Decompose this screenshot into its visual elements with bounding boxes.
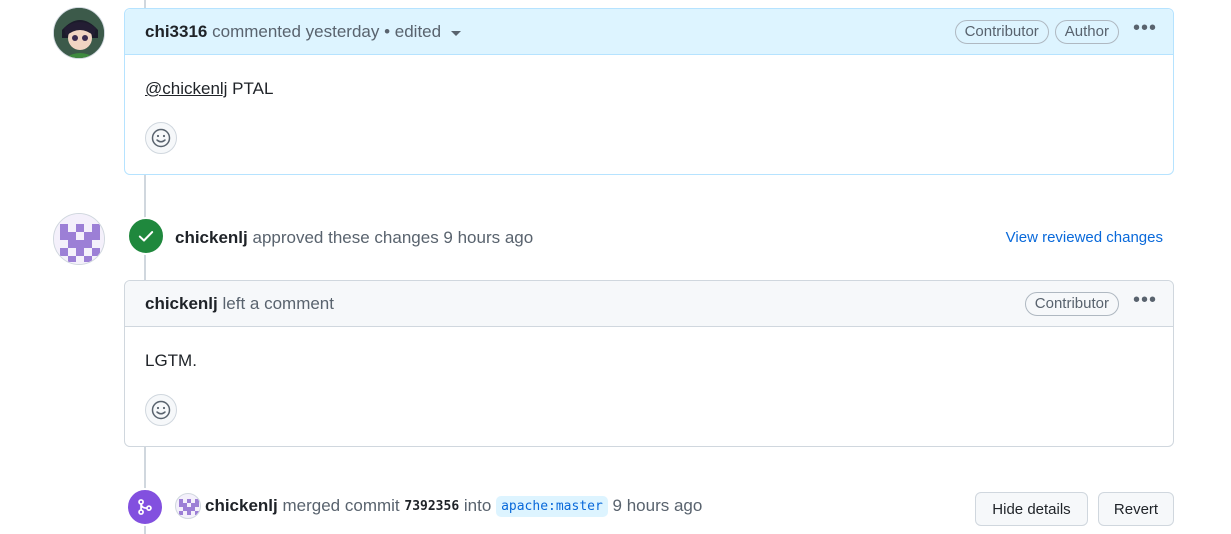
smiley-icon: [151, 400, 171, 420]
merge-time: 9 hours ago: [612, 496, 703, 515]
hide-details-button[interactable]: Hide details: [975, 492, 1088, 526]
comment-body: LGTM.: [145, 351, 197, 370]
review-author[interactable]: chickenlj: [175, 228, 248, 247]
approved-check-badge: [127, 217, 165, 255]
contributor-badge: Contributor: [1024, 291, 1119, 316]
comment-header-actions: Contributor Author •••: [954, 18, 1157, 44]
comment-header-actions: Contributor •••: [1024, 290, 1157, 316]
review-event-text: chickenlj approved these changes 9 hours…: [175, 228, 533, 248]
contributor-badge: Contributor: [954, 19, 1049, 44]
check-icon: [138, 231, 154, 242]
kebab-icon[interactable]: •••: [1133, 290, 1157, 310]
merge-icon: [138, 499, 152, 515]
branch-label[interactable]: apache:master: [496, 495, 608, 517]
comment-author[interactable]: chi3316: [145, 22, 207, 42]
avatar-chickenlj[interactable]: [53, 213, 105, 265]
comment-chickenlj: chickenlj left a comment Contributor •••…: [124, 280, 1174, 447]
comment-meta[interactable]: commented yesterday • edited: [212, 22, 441, 42]
comment-chi3316: chi3316 commented yesterday • edited Con…: [124, 8, 1174, 175]
small-avatar-chickenlj[interactable]: [175, 493, 201, 519]
merge-author[interactable]: chickenlj: [205, 496, 278, 516]
comment-header: chi3316 commented yesterday • edited Con…: [125, 9, 1173, 55]
merged-badge: [126, 488, 164, 526]
view-reviewed-changes-link[interactable]: View reviewed changes: [1006, 229, 1163, 246]
user-mention-link[interactable]: @chickenlj: [145, 79, 227, 98]
avatar-chi3316[interactable]: [53, 7, 105, 59]
revert-button[interactable]: Revert: [1098, 492, 1174, 526]
merge-text-1: merged commit: [282, 496, 400, 515]
comment-meta: left a comment: [222, 293, 335, 313]
review-action: approved these changes 9 hours ago: [252, 228, 534, 247]
merge-text-2: into: [463, 496, 492, 515]
kebab-icon[interactable]: •••: [1133, 18, 1157, 38]
commit-sha-link[interactable]: 7392356: [404, 499, 459, 514]
author-badge: Author: [1054, 19, 1119, 44]
comment-text: PTAL: [227, 79, 274, 98]
comment-author[interactable]: chickenlj: [145, 294, 218, 314]
comment-body: @chickenlj PTAL: [125, 55, 1173, 99]
merge-event-text: chickenlj merged commit 7392356 into apa…: [175, 493, 702, 519]
add-reaction-button[interactable]: [145, 394, 177, 426]
add-reaction-button[interactable]: [145, 122, 177, 154]
smiley-icon: [151, 128, 171, 148]
dropdown-caret-icon[interactable]: [451, 31, 462, 36]
comment-header: chickenlj left a comment Contributor •••: [125, 281, 1173, 327]
